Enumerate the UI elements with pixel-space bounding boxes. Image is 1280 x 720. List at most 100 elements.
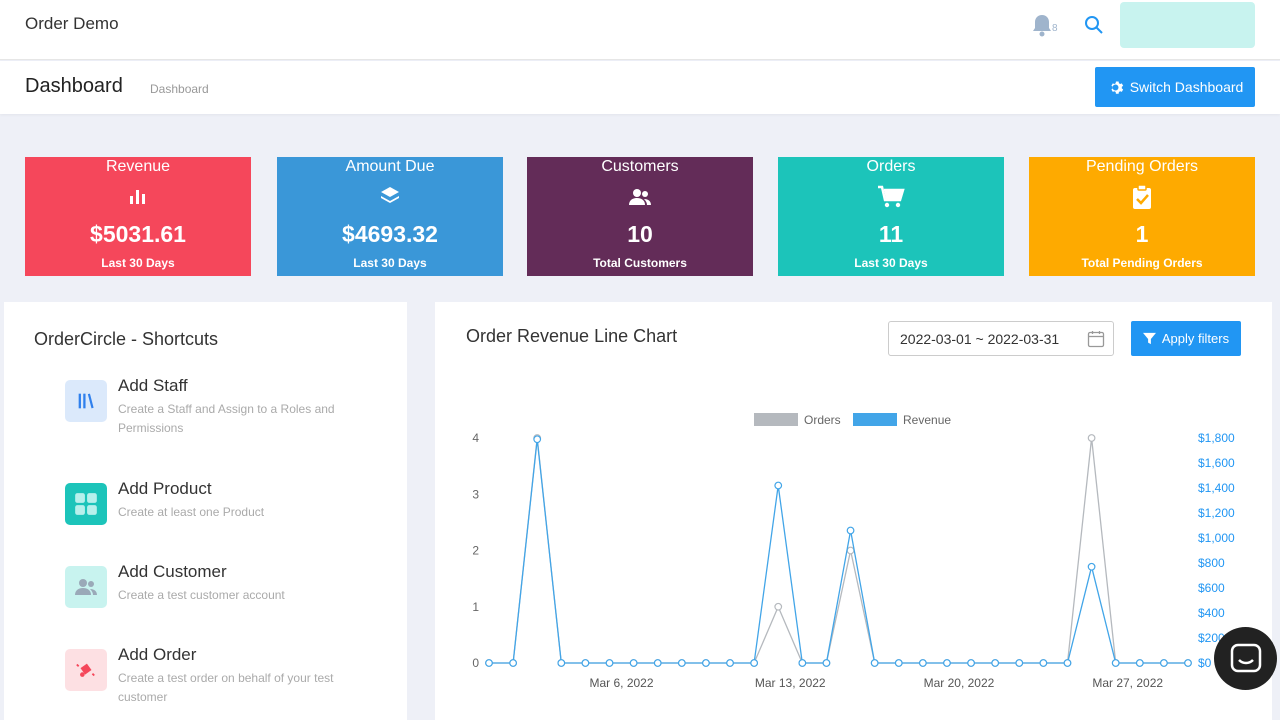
users-icon: [65, 566, 107, 608]
card-value: 11: [878, 221, 904, 247]
layers-icon: [277, 184, 503, 210]
card-subtitle: Total Customers: [593, 256, 687, 270]
data-point-orders: [846, 546, 855, 555]
bell-badge: 8: [1052, 23, 1058, 34]
legend-label: Revenue: [903, 413, 951, 427]
data-point-revenue: [1063, 659, 1072, 667]
cart-icon: [778, 184, 1004, 210]
shortcuts-panel: OrderCircle - Shortcuts Add Staff Create…: [4, 302, 407, 720]
apply-filters-label: Apply filters: [1161, 331, 1230, 346]
data-point-revenue: [677, 659, 686, 667]
user-profile-area[interactable]: [1120, 2, 1255, 48]
data-point-revenue: [485, 659, 493, 667]
shortcut-desc: Create a test order on behalf of your te…: [118, 671, 334, 704]
y-left-tick-label: 2: [472, 544, 479, 558]
notification-bell-icon[interactable]: 8: [1028, 12, 1060, 40]
data-point-revenue: [943, 659, 951, 667]
grid-icon: [65, 483, 107, 525]
legend-swatch: [853, 413, 897, 426]
shortcut-name[interactable]: Add Product: [118, 479, 212, 499]
data-point-revenue: [605, 659, 614, 667]
data-point-revenue: [702, 659, 710, 667]
breadcrumb[interactable]: Dashboard: [150, 82, 209, 96]
pending-orders-card[interactable]: Pending Orders 1 Total Pending Orders: [1029, 157, 1255, 276]
x-tick-label: Mar 27, 2022: [1092, 676, 1163, 690]
order-icon: [65, 649, 107, 691]
card-subtitle: Last 30 Days: [101, 256, 175, 270]
data-point-revenue: [1184, 659, 1192, 667]
app-title[interactable]: Order Demo: [25, 14, 119, 34]
data-point-revenue: [798, 659, 807, 667]
filter-icon: [1142, 332, 1156, 345]
users-icon: [527, 184, 753, 210]
data-point-revenue: [894, 659, 903, 667]
card-label: Amount Due: [345, 158, 435, 175]
y-right-tick-label: $1,800: [1198, 431, 1235, 445]
data-point-revenue: [509, 659, 518, 667]
card-value: 10: [627, 221, 653, 247]
series-line-orders: [489, 437, 1188, 664]
data-point-revenue: [581, 659, 590, 667]
shortcut-name[interactable]: Add Staff: [118, 376, 188, 396]
chart-title: Order Revenue Line Chart: [466, 326, 678, 346]
calendar-icon[interactable]: [1087, 330, 1105, 348]
y-right-tick-label: $1,200: [1198, 506, 1235, 520]
date-range-field[interactable]: 2022-03-01 ~ 2022-03-31: [888, 321, 1114, 356]
data-point-revenue: [629, 659, 638, 667]
switch-dashboard-button[interactable]: Switch Dashboard: [1095, 67, 1255, 107]
card-value: $4693.32: [342, 221, 438, 247]
data-point-revenue: [750, 659, 759, 667]
card-value: 1: [1135, 221, 1149, 247]
y-right-tick-label: $1,600: [1198, 456, 1235, 470]
data-point-revenue: [991, 659, 1000, 667]
data-point-orders: [774, 602, 783, 611]
apply-filters-button[interactable]: Apply filters: [1131, 321, 1241, 356]
y-right-tick-label: $0: [1198, 656, 1212, 670]
shortcut-desc: Create a Staff and Assign to a Roles and…: [118, 402, 335, 435]
shortcut-name[interactable]: Add Order: [118, 645, 196, 665]
orders-card[interactable]: Orders 11 Last 30 Days: [778, 157, 1004, 276]
card-label: Orders: [866, 158, 916, 175]
amount-due-card[interactable]: Amount Due $4693.32 Last 30 Days: [277, 157, 503, 276]
customers-card[interactable]: Customers 10 Total Customers: [527, 157, 753, 276]
card-label: Revenue: [105, 158, 171, 175]
chat-icon: [1230, 643, 1261, 672]
y-left-tick-label: 4: [472, 431, 479, 445]
top-bar: Order Demo 8: [0, 0, 1280, 60]
shortcut-name[interactable]: Add Customer: [118, 562, 227, 582]
date-range-value: 2022-03-01 ~ 2022-03-31: [900, 330, 1060, 347]
switch-dashboard-label: Switch Dashboard: [1129, 79, 1244, 95]
shortcut-desc: Create a test customer account: [118, 588, 285, 602]
y-right-tick-label: $1,000: [1198, 531, 1235, 545]
data-point-revenue: [967, 659, 975, 667]
legend-swatch: [754, 413, 798, 426]
card-subtitle: Last 30 Days: [854, 256, 928, 270]
books-icon: [65, 380, 107, 422]
data-point-revenue: [1015, 659, 1024, 667]
shortcut-desc: Create at least one Product: [118, 505, 265, 519]
search-icon[interactable]: [1083, 14, 1105, 36]
series-line-revenue: [489, 439, 1188, 664]
y-right-tick-label: $600: [1198, 581, 1225, 595]
data-point-revenue: [1135, 659, 1144, 667]
y-right-tick-label: $1,400: [1198, 481, 1235, 495]
card-value: $5031.61: [90, 221, 186, 247]
revenue-card[interactable]: Revenue $5031.61 Last 30 Days: [25, 157, 251, 276]
y-right-tick-label: $400: [1198, 606, 1225, 620]
data-point-revenue: [846, 526, 855, 535]
clipboard-check-icon: [1029, 184, 1255, 210]
card-subtitle: Total Pending Orders: [1081, 256, 1203, 270]
page-header: Dashboard Dashboard Switch Dashboard: [0, 61, 1280, 114]
y-right-tick-label: $800: [1198, 556, 1225, 570]
card-label: Pending Orders: [1085, 158, 1199, 175]
x-tick-label: Mar 20, 2022: [924, 676, 995, 690]
data-point-orders: [1087, 434, 1096, 442]
x-tick-label: Mar 6, 2022: [589, 676, 653, 690]
data-point-revenue: [533, 435, 542, 444]
data-point-revenue: [870, 659, 879, 667]
gear-icon: [1111, 81, 1123, 94]
chat-widget-button[interactable]: [1214, 627, 1277, 690]
data-point-revenue: [822, 659, 831, 667]
chart-panel: Orders Revenue 0 1 2 3 4 $0 $200 $400 $600 $800 $1,0…: [435, 302, 1272, 720]
data-point-revenue: [726, 659, 734, 667]
